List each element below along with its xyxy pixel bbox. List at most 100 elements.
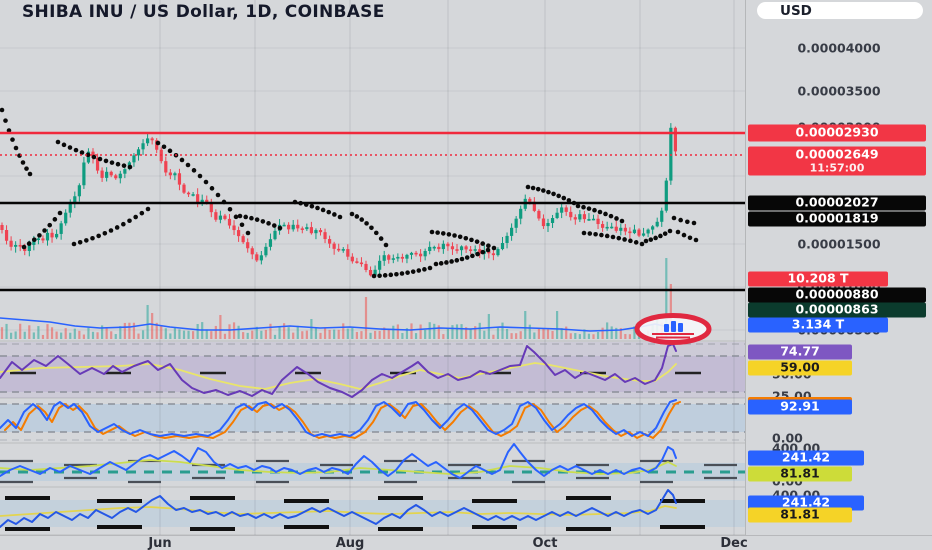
sar-dot bbox=[628, 238, 633, 244]
candle-body bbox=[664, 180, 668, 211]
volume-bar bbox=[565, 326, 568, 339]
volume-bar bbox=[5, 323, 8, 339]
sar-dot bbox=[209, 186, 215, 191]
volume-bar bbox=[451, 325, 454, 339]
sar-dot bbox=[452, 233, 457, 238]
volume-bar bbox=[146, 305, 149, 339]
volume-bar bbox=[205, 329, 208, 339]
sar-dot bbox=[20, 160, 26, 165]
candle-body bbox=[4, 230, 9, 241]
candle-body bbox=[409, 252, 414, 255]
scale-tick: 0.00004000 bbox=[797, 40, 881, 56]
candle-body bbox=[359, 262, 364, 265]
rsi-ma-value-label: 59.00 bbox=[748, 360, 852, 376]
volume-bar bbox=[537, 328, 540, 339]
candle-body bbox=[246, 242, 250, 249]
sar-dot bbox=[55, 139, 61, 145]
candle-body bbox=[291, 224, 295, 230]
volume-bar bbox=[578, 334, 581, 339]
osc2-slow-value-label: 81.81 bbox=[748, 507, 852, 523]
sar-dot bbox=[320, 207, 326, 213]
sar-dot bbox=[349, 211, 355, 217]
candle-body bbox=[255, 254, 259, 261]
scale-tick: 0.00003500 bbox=[797, 83, 881, 99]
candle-body bbox=[446, 243, 450, 247]
volume-bar bbox=[496, 326, 500, 339]
candle-body bbox=[396, 256, 400, 259]
volume-bar bbox=[110, 331, 113, 339]
candle-body bbox=[305, 227, 309, 230]
sar-dot bbox=[603, 211, 608, 217]
sar-dot bbox=[470, 253, 475, 259]
candle-body bbox=[168, 172, 172, 176]
chart-canvas[interactable]: SHIBA INU / US Dollar, 1D, COINBASE bbox=[0, 0, 745, 536]
candle-body bbox=[314, 230, 318, 234]
candle-body bbox=[68, 203, 72, 213]
volume-bar bbox=[314, 327, 318, 339]
volume-bar bbox=[237, 325, 240, 339]
sar-dot bbox=[446, 232, 452, 237]
volume-bar bbox=[173, 327, 176, 339]
sar-dot bbox=[115, 161, 121, 167]
sar-dot bbox=[27, 171, 33, 177]
volume-bar bbox=[55, 331, 58, 339]
sar-dot bbox=[127, 218, 132, 224]
volume-bar bbox=[596, 332, 600, 339]
volume-bar bbox=[105, 328, 108, 339]
volume-bar bbox=[355, 331, 358, 339]
volume-bar bbox=[546, 329, 550, 339]
candle-body bbox=[300, 228, 304, 230]
volume-bar bbox=[60, 332, 63, 339]
candle-body bbox=[0, 225, 4, 230]
candle-body bbox=[132, 155, 136, 163]
candle-body bbox=[191, 194, 195, 196]
volume-bar bbox=[46, 324, 49, 339]
sar-dot bbox=[114, 225, 120, 230]
sar-dot bbox=[394, 271, 399, 277]
sar-dot bbox=[254, 217, 260, 222]
volume-bar bbox=[446, 328, 449, 339]
volume-bar bbox=[69, 332, 72, 339]
sar-dot bbox=[581, 204, 586, 210]
volume-bar bbox=[592, 334, 595, 339]
volume-bar bbox=[387, 328, 390, 339]
volume-bar bbox=[187, 330, 190, 339]
candle-body bbox=[651, 226, 655, 230]
candle-body bbox=[596, 218, 600, 225]
sar-dot bbox=[332, 212, 337, 217]
volume-value-label: 10.208 T bbox=[748, 271, 888, 287]
sar-dot bbox=[24, 166, 29, 171]
candle-body bbox=[619, 227, 623, 231]
sar-dot bbox=[599, 232, 604, 238]
time-axis[interactable]: Jun Aug Oct Dec bbox=[0, 535, 932, 550]
volume-bar bbox=[91, 331, 95, 339]
volume-bar bbox=[392, 325, 395, 339]
sar-dot bbox=[388, 272, 394, 278]
candle-body bbox=[323, 232, 327, 240]
candle-body bbox=[587, 219, 591, 221]
sar-dot bbox=[121, 163, 127, 168]
sar-dot bbox=[530, 185, 536, 191]
candle-body bbox=[437, 246, 441, 250]
volume-bar bbox=[328, 329, 331, 339]
volume-bar bbox=[342, 323, 345, 339]
sar-dot bbox=[535, 186, 541, 192]
candle-body bbox=[673, 127, 677, 152]
candle-body bbox=[505, 235, 509, 243]
osc1-fast-value-label: 241.42 bbox=[748, 450, 864, 466]
stoch-value-label: 92.91 bbox=[748, 399, 852, 415]
sar-dot bbox=[658, 233, 663, 239]
volume-bar bbox=[442, 334, 445, 339]
chart-plot-surface[interactable] bbox=[0, 0, 745, 550]
sar-dot bbox=[47, 222, 53, 228]
candle-body bbox=[164, 161, 168, 173]
volume-bar bbox=[501, 322, 504, 339]
stamp-bar-icon bbox=[664, 324, 669, 332]
sar-dot bbox=[227, 206, 233, 212]
volume-bar bbox=[556, 311, 559, 339]
sar-dot bbox=[653, 235, 658, 241]
price-scale[interactable]: USD 0.000040000.000035000.000030000.0000… bbox=[745, 0, 932, 535]
candle-body bbox=[118, 173, 122, 179]
currency-toggle-button[interactable]: USD bbox=[757, 2, 923, 19]
candle-body bbox=[237, 230, 241, 237]
